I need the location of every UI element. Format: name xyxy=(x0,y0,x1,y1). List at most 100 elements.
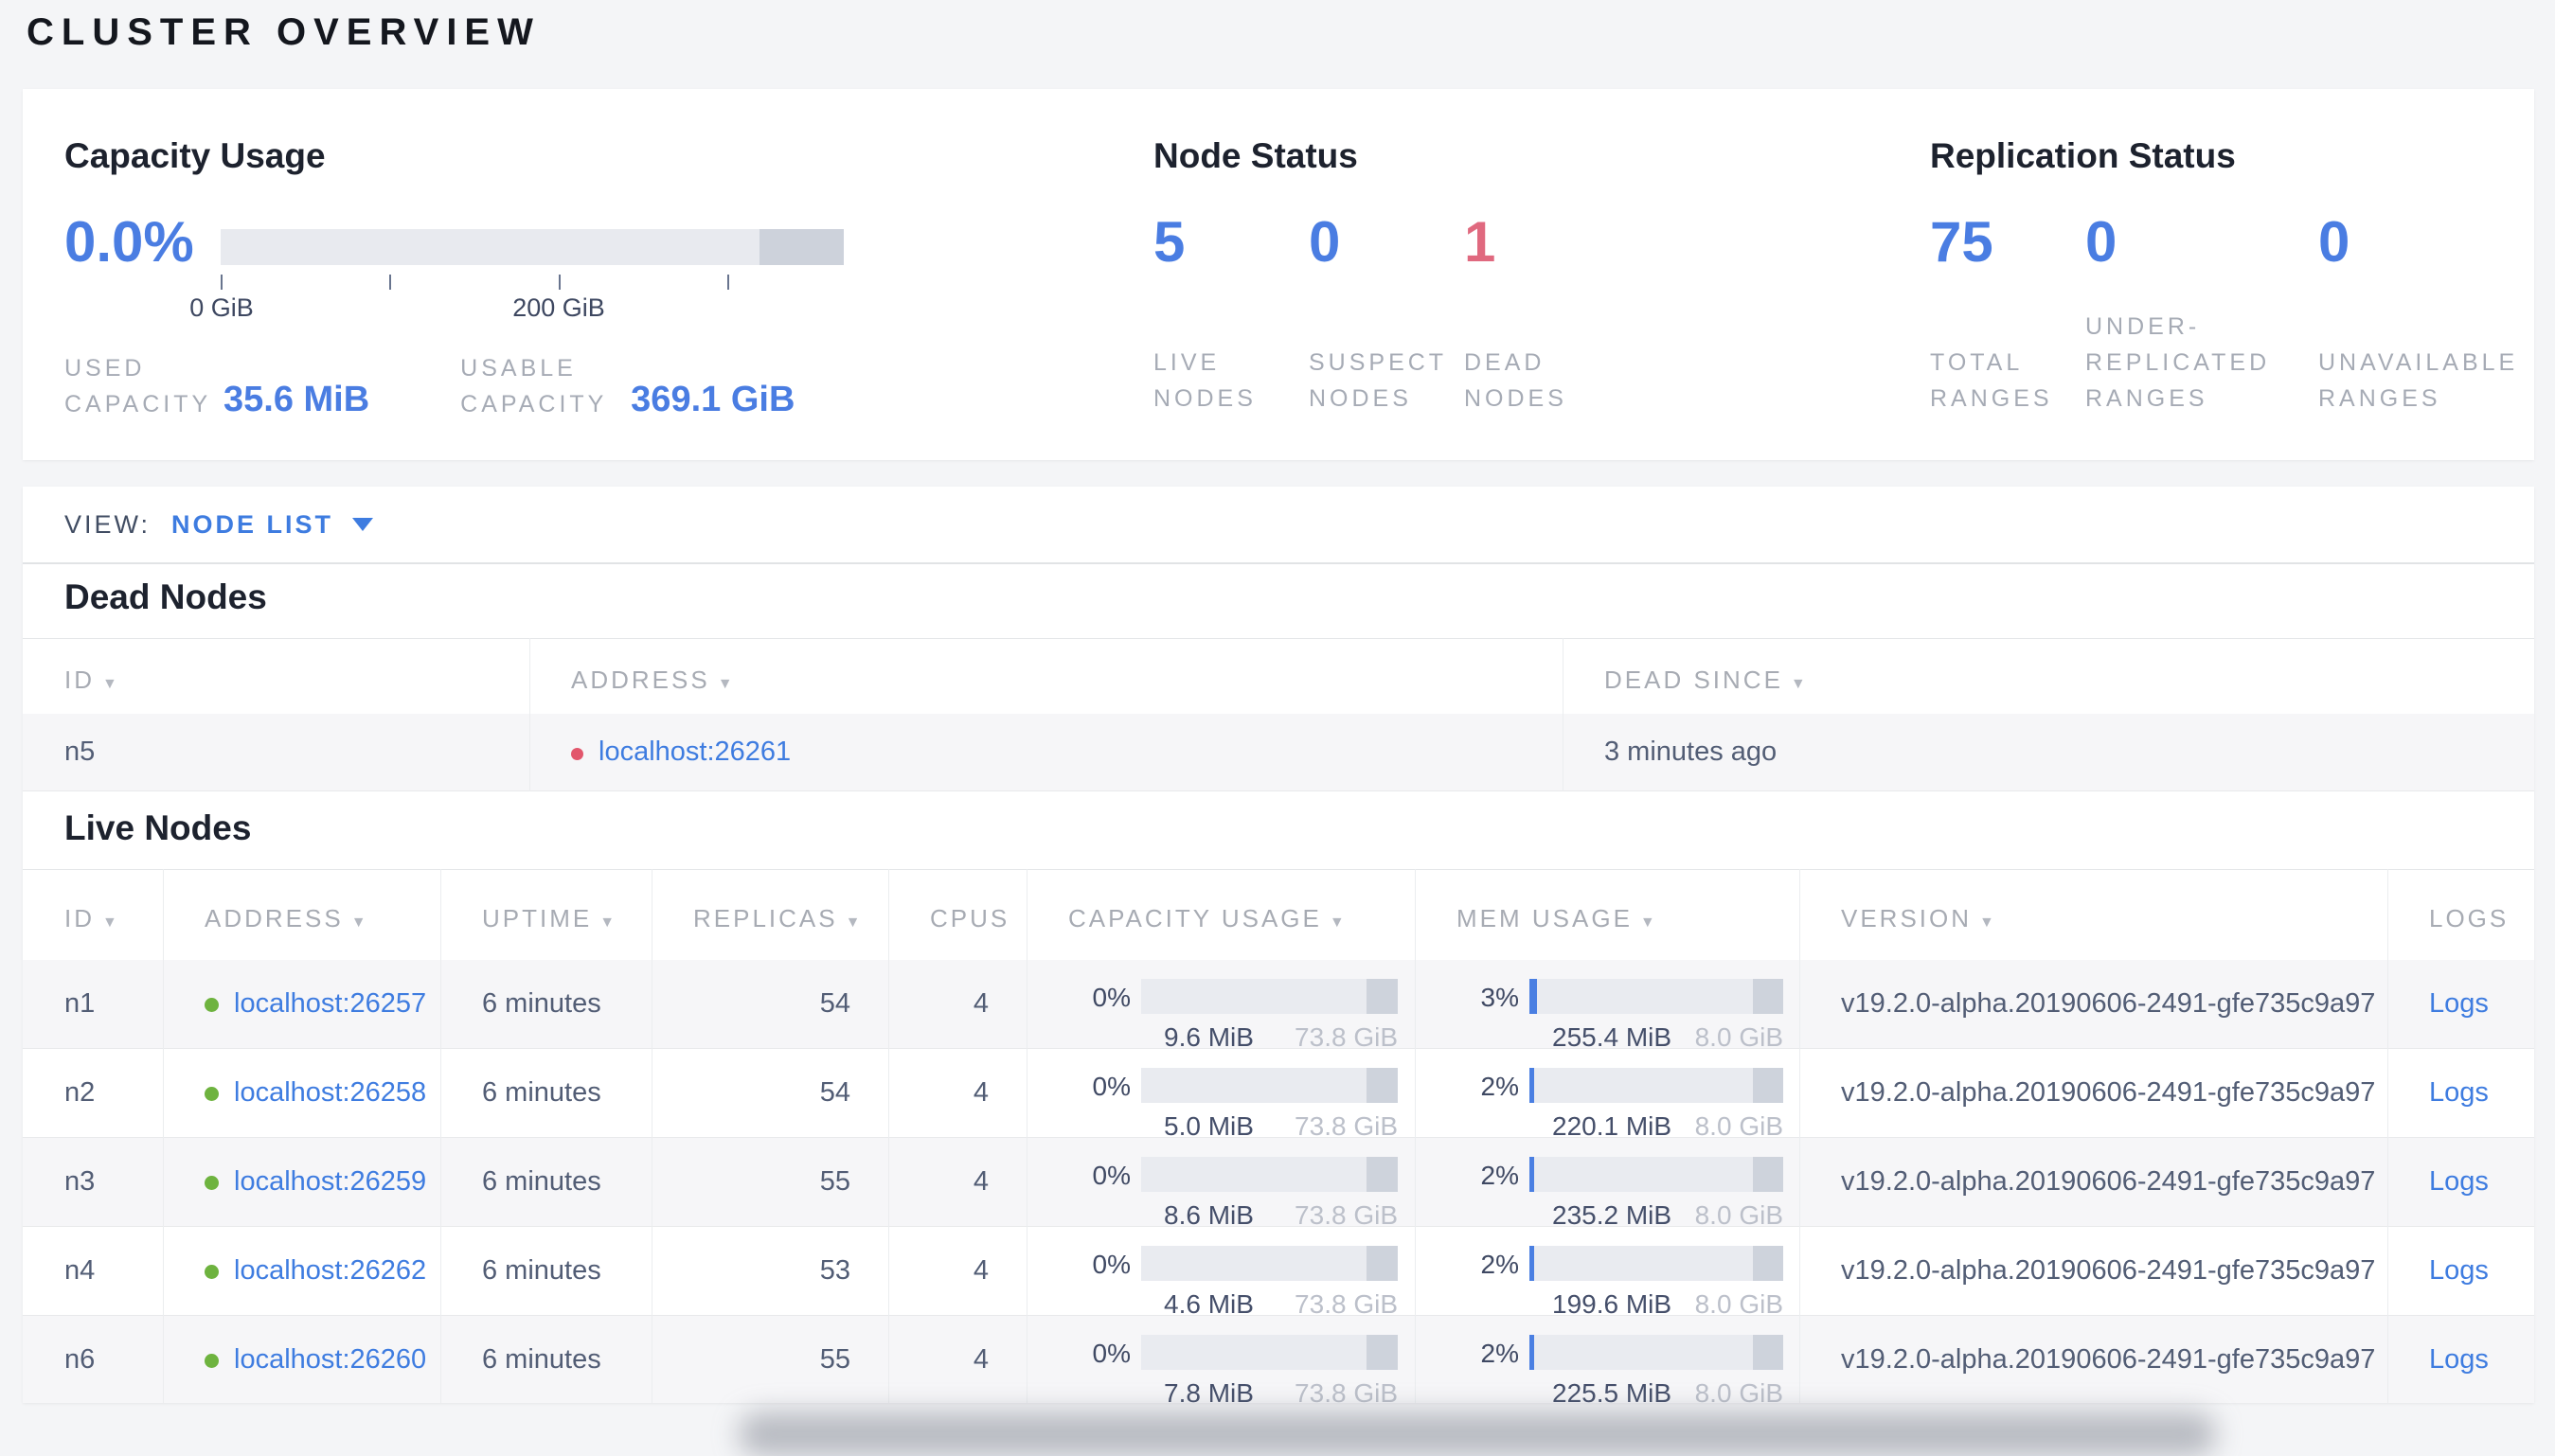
live-node-address-link[interactable]: localhost:26259 xyxy=(234,1166,426,1197)
mem-bar-fill xyxy=(1529,1246,1535,1281)
live-col-cpus[interactable]: CPUS xyxy=(930,904,1009,933)
logs-link[interactable]: Logs xyxy=(2429,1166,2489,1197)
used-capacity-stat: USED CAPACITY 35.6 MiB xyxy=(64,350,369,422)
live-node-address-link[interactable]: localhost:26257 xyxy=(234,988,426,1019)
live-node-capacity-usage: 0% 7.8 MiB 73.8 GiB xyxy=(1049,1316,1415,1403)
logs-link[interactable]: Logs xyxy=(2429,1344,2489,1375)
mem-bar-fill xyxy=(1529,1335,1535,1370)
logs-link[interactable]: Logs xyxy=(2429,1255,2489,1286)
dropdown-caret-icon[interactable] xyxy=(352,518,374,531)
capacity-percent-label: 0% xyxy=(1092,1250,1131,1279)
live-node-uptime: 6 minutes xyxy=(482,1077,601,1108)
dead-nodes-count: 1 xyxy=(1464,210,1496,274)
capacity-usage-bar xyxy=(1141,1335,1398,1370)
live-nodes-heading: Live Nodes xyxy=(64,808,252,847)
live-node-id: n3 xyxy=(64,1166,96,1197)
live-node-cpus: 4 xyxy=(973,988,989,1019)
live-node-cpus: 4 xyxy=(973,1166,989,1197)
unavailable-ranges-count: 0 xyxy=(2318,210,2350,274)
view-dropdown[interactable]: NODE LIST xyxy=(171,510,333,540)
node-status-title: Node Status xyxy=(1153,136,1358,175)
live-node-uptime: 6 minutes xyxy=(482,1166,601,1197)
view-selector-bar: VIEW: NODE LIST xyxy=(23,487,2534,564)
capacity-usage-title: Capacity Usage xyxy=(64,136,326,175)
live-node-cpus: 4 xyxy=(973,1255,989,1286)
live-node-address-link[interactable]: localhost:26258 xyxy=(234,1077,426,1108)
live-col-replicas[interactable]: REPLICAS ▼ xyxy=(693,904,863,933)
mem-percent-label: 2% xyxy=(1480,1339,1519,1368)
live-col-id[interactable]: ID ▼ xyxy=(64,904,120,933)
live-node-version: v19.2.0-alpha.20190606-2491-gfe735c9a97 xyxy=(1841,1344,2376,1375)
live-node-address: localhost:26262 xyxy=(205,1255,426,1287)
dead-node-address: localhost:26261 xyxy=(571,737,791,768)
sort-desc-icon: ▼ xyxy=(717,676,736,692)
sort-desc-icon: ▼ xyxy=(845,914,864,931)
live-node-version: v19.2.0-alpha.20190606-2491-gfe735c9a97 xyxy=(1841,1077,2376,1108)
sort-desc-icon: ▼ xyxy=(1790,676,1809,692)
dead-node-row: n5 localhost:26261 3 minutes ago xyxy=(23,714,2534,791)
capacity-bar-secondary-segment xyxy=(1367,1157,1398,1192)
axis-tick xyxy=(389,275,391,290)
live-node-logs: Logs xyxy=(2429,1077,2489,1109)
capacity-bar-secondary-segment xyxy=(1367,979,1398,1014)
sort-desc-icon: ▼ xyxy=(1979,914,1997,931)
mem-percent-label: 2% xyxy=(1480,1250,1519,1279)
live-col-logs[interactable]: LOGS xyxy=(2429,904,2509,933)
live-node-address: localhost:26260 xyxy=(205,1344,426,1376)
dead-node-address-link[interactable]: localhost:26261 xyxy=(599,737,791,767)
column-divider xyxy=(440,869,441,1403)
usable-capacity-label-line2: CAPACITY xyxy=(460,391,608,417)
live-status-dot xyxy=(205,1176,219,1190)
live-node-capacity-usage: 0% 8.6 MiB 73.8 GiB xyxy=(1049,1138,1415,1230)
mem-usage-bar xyxy=(1529,979,1783,1014)
live-node-version: v19.2.0-alpha.20190606-2491-gfe735c9a97 xyxy=(1841,988,2376,1019)
capacity-percent-label: 0% xyxy=(1092,1161,1131,1190)
dead-status-dot xyxy=(571,748,583,760)
mem-percent-label: 2% xyxy=(1480,1161,1519,1190)
capacity-percent: 0.0% xyxy=(64,210,194,274)
live-col-uptime[interactable]: UPTIME ▼ xyxy=(482,904,617,933)
live-node-row: n2 localhost:26258 6 minutes 54 4 0% 5.0… xyxy=(23,1049,2534,1141)
axis-tick xyxy=(221,275,223,290)
live-col-capacity[interactable]: CAPACITY USAGE ▼ xyxy=(1068,904,1348,933)
capacity-percent-label: 0% xyxy=(1092,1339,1131,1368)
sort-desc-icon: ▼ xyxy=(1639,914,1658,931)
live-col-version[interactable]: VERSION ▼ xyxy=(1841,904,1997,933)
capacity-percent-label: 0% xyxy=(1092,983,1131,1012)
mem-total-value: 8.0 GiB xyxy=(1694,1378,1783,1403)
nodes-card: Dead Nodes ID ▼ ADDRESS ▼ DEAD SINCE ▼ n5 l… xyxy=(23,564,2534,1403)
live-status-dot xyxy=(205,1354,219,1368)
live-node-capacity-usage: 0% 4.6 MiB 73.8 GiB xyxy=(1049,1227,1415,1319)
axis-label-middle: 200 GiB xyxy=(512,293,605,322)
live-node-address-link[interactable]: localhost:26260 xyxy=(234,1344,426,1375)
capacity-summary-bar xyxy=(221,229,844,265)
live-status-dot xyxy=(205,1087,219,1101)
cluster-summary-card: Capacity Usage 0.0% 0 GiB 200 GiB USED C… xyxy=(23,89,2534,460)
page-title: CLUSTER OVERVIEW xyxy=(27,11,541,53)
mem-percent-label: 2% xyxy=(1480,1072,1519,1101)
live-node-replicas: 54 xyxy=(819,1077,850,1108)
column-divider xyxy=(1415,869,1416,1403)
logs-link[interactable]: Logs xyxy=(2429,1077,2489,1108)
live-node-row: n4 localhost:26262 6 minutes 53 4 0% 4.6… xyxy=(23,1227,2534,1319)
logs-link[interactable]: Logs xyxy=(2429,988,2489,1019)
live-node-replicas: 55 xyxy=(819,1344,850,1375)
live-node-uptime: 6 minutes xyxy=(482,1344,601,1375)
live-node-address-link[interactable]: localhost:26262 xyxy=(234,1255,426,1286)
capacity-used-value: 7.8 MiB xyxy=(1164,1378,1254,1403)
mem-usage-bar xyxy=(1529,1246,1783,1281)
live-node-id: n2 xyxy=(64,1077,96,1108)
dead-col-dead-since[interactable]: DEAD SINCE ▼ xyxy=(1604,666,1809,695)
live-node-capacity-usage: 0% 9.6 MiB 73.8 GiB xyxy=(1049,960,1415,1052)
live-node-replicas: 53 xyxy=(819,1255,850,1286)
mem-bar-secondary-segment xyxy=(1752,1157,1783,1192)
view-label: VIEW: xyxy=(64,509,152,539)
mem-bar-secondary-segment xyxy=(1752,1246,1783,1281)
live-col-mem[interactable]: MEM USAGE ▼ xyxy=(1456,904,1658,933)
dead-col-address[interactable]: ADDRESS ▼ xyxy=(571,666,736,695)
dead-col-id[interactable]: ID ▼ xyxy=(64,666,120,695)
dead-nodes-table: ID ▼ ADDRESS ▼ DEAD SINCE ▼ n5 localhost:26… xyxy=(23,638,2534,791)
mem-bar-fill xyxy=(1529,1157,1535,1192)
live-node-mem-usage: 3% 255.4 MiB 8.0 GiB xyxy=(1438,960,1799,1052)
live-col-address[interactable]: ADDRESS ▼ xyxy=(205,904,369,933)
